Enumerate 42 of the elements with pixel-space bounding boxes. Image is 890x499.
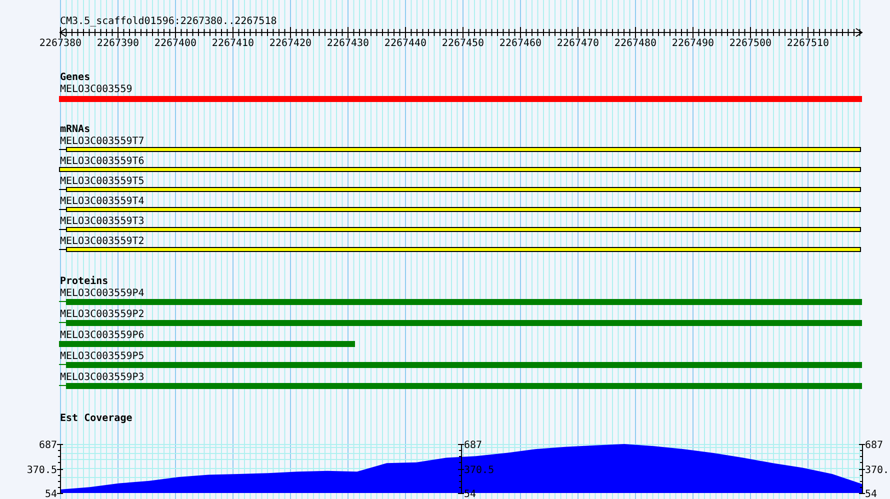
feature-label: MELO3C003559P3 [60, 372, 144, 383]
axis-label: 54 [44, 489, 57, 499]
ruler-label: 2267430 [326, 38, 370, 49]
ruler-label: 2267400 [154, 38, 197, 49]
axis-label: 687 [865, 440, 884, 451]
feature-label: MELO3C003559P5 [60, 351, 144, 362]
feature-label: MELO3C003559 [60, 84, 132, 95]
ruler-label: 2267450 [442, 38, 484, 49]
ruler-label: 2267470 [556, 38, 600, 49]
axis-label: 687 [38, 440, 57, 451]
ruler-label: 2267500 [729, 38, 772, 49]
axis-label: 687 [464, 440, 482, 451]
ruler-label: 2267510 [786, 38, 830, 49]
axis-label: 370. [865, 465, 890, 476]
ruler-label: 2267490 [672, 38, 714, 49]
axis-label: 370.5 [26, 465, 57, 476]
feature-label: MELO3C003559P2 [60, 309, 144, 320]
ruler-label: 2267380 [39, 38, 82, 49]
feature-label: MELO3C003559T5 [60, 176, 144, 187]
track-heading: Proteins [60, 276, 108, 287]
region-title: CM3.5_scaffold01596:2267380..2267518 [60, 16, 277, 27]
ruler-label: 2267410 [212, 38, 254, 49]
feature-label: MELO3C003559P4 [60, 288, 144, 299]
feature-label: MELO3C003559T4 [60, 196, 144, 207]
feature-label: MELO3C003559T2 [60, 236, 144, 247]
y-axis [858, 444, 866, 494]
ruler-label: 2267440 [384, 38, 427, 49]
track-heading: Est Coverage [60, 413, 132, 424]
feature-label: MELO3C003559T3 [60, 216, 144, 227]
axis-label: 370.5 [464, 465, 494, 476]
ruler-label: 2267460 [499, 38, 542, 49]
track-heading: mRNAs [60, 124, 90, 135]
ruler-label: 2267420 [269, 38, 312, 49]
ruler-label: 2267480 [614, 38, 657, 49]
y-axis [458, 444, 464, 494]
ruler-label: 2267390 [96, 38, 140, 49]
track-heading: Genes [60, 72, 90, 83]
axis-label: 54 [865, 489, 878, 499]
feature-label: MELO3C003559P6 [60, 330, 144, 341]
feature-label: MELO3C003559T7 [60, 136, 144, 147]
y-axis [56, 444, 64, 494]
feature-label: MELO3C003559T6 [60, 156, 144, 167]
